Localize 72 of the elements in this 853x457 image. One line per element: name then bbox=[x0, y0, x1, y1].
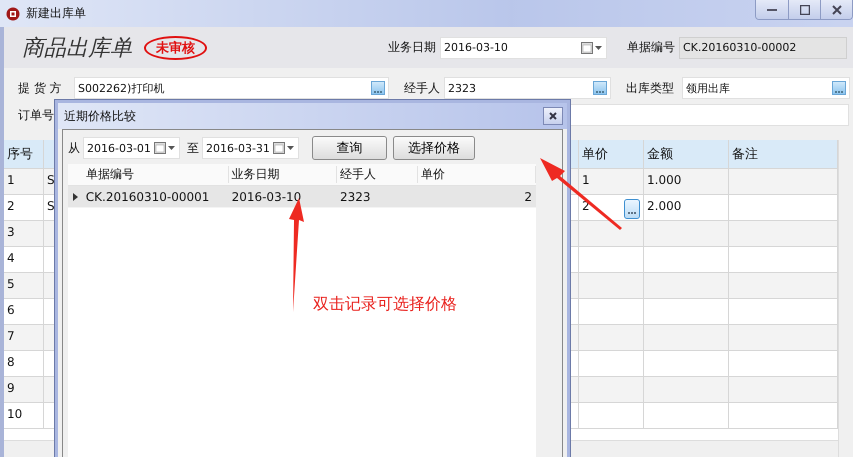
field-label: 出库类型 bbox=[626, 80, 675, 96]
calendar-dropdown-icon[interactable] bbox=[581, 42, 603, 54]
vertical-scrollbar[interactable] bbox=[838, 140, 853, 457]
close-icon bbox=[832, 4, 842, 14]
table-cell: 2 bbox=[7, 199, 15, 213]
minimize-icon bbox=[767, 8, 777, 10]
table-cell-text: 2323 bbox=[338, 190, 372, 204]
window-title: 新建出库单 bbox=[26, 5, 86, 22]
lookup-button[interactable] bbox=[371, 81, 385, 95]
input-field[interactable]: S002262)打印机 bbox=[74, 77, 389, 99]
table-cell: 5 bbox=[7, 277, 15, 291]
lookup-button[interactable] bbox=[593, 81, 607, 95]
table-cell: 9 bbox=[7, 381, 15, 395]
field-label: 经手人 bbox=[404, 80, 441, 96]
table-cell-text: CK.20160310-00001 bbox=[84, 190, 210, 204]
field-label: 从 bbox=[68, 140, 80, 156]
date-field[interactable]: 2016-03-01 bbox=[83, 137, 180, 159]
push-button[interactable]: 查询 bbox=[312, 136, 387, 160]
table-cell-text: 2 bbox=[523, 190, 534, 204]
maximize-icon bbox=[800, 4, 810, 14]
input-field[interactable]: CK.20160310-00002 bbox=[679, 36, 847, 58]
minimize-button[interactable] bbox=[756, 0, 788, 19]
field-label: 单据编号 bbox=[627, 39, 676, 56]
table-cell-text: 2016-03-10 bbox=[230, 190, 302, 204]
ellipsis-icon bbox=[596, 90, 604, 94]
form-title: 商品出库单 bbox=[22, 34, 133, 62]
close-button[interactable] bbox=[820, 0, 852, 19]
column-header[interactable]: 单据编号 bbox=[82, 166, 229, 183]
field-label: 业务日期 bbox=[388, 39, 437, 56]
ellipsis-icon bbox=[628, 211, 636, 215]
table-cell: 10 bbox=[7, 407, 22, 421]
maximize-button[interactable] bbox=[788, 0, 820, 19]
table-cell: 8 bbox=[7, 355, 15, 369]
table-cell: 2.000 bbox=[647, 199, 682, 213]
date-field[interactable]: 2016-03-10 bbox=[440, 36, 607, 58]
app-logo-icon bbox=[6, 6, 20, 20]
table-cell: S bbox=[47, 199, 55, 213]
table-cell: 6 bbox=[7, 303, 15, 317]
column-header[interactable]: 金额 bbox=[647, 145, 673, 163]
field-label: 至 bbox=[187, 140, 199, 156]
column-header[interactable]: 序号 bbox=[7, 145, 33, 163]
input-field[interactable]: 2323 bbox=[444, 77, 611, 99]
table-cell: 7 bbox=[7, 329, 15, 343]
table-row[interactable]: CK.20160310-00001 2016-03-10 2323 2 bbox=[68, 186, 536, 208]
input-field[interactable]: 领用出库 bbox=[682, 77, 850, 99]
lookup-button[interactable] bbox=[832, 81, 846, 95]
column-header[interactable]: 备注 bbox=[732, 145, 758, 163]
column-header[interactable]: 单价 bbox=[418, 166, 536, 183]
date-field[interactable]: 2016-03-31 bbox=[202, 137, 299, 159]
ellipsis-button[interactable] bbox=[624, 199, 640, 219]
dialog-title: 近期价格比较 bbox=[64, 108, 136, 124]
table-cell: 1.000 bbox=[647, 173, 682, 187]
ellipsis-icon bbox=[835, 90, 843, 94]
column-header[interactable]: 经手人 bbox=[336, 166, 418, 183]
field-label: 提 货 方 bbox=[18, 80, 63, 96]
column-header[interactable]: 业务日期 bbox=[228, 166, 337, 183]
ellipsis-icon bbox=[374, 90, 382, 94]
table-cell: S bbox=[47, 173, 55, 187]
annotation-text: 双击记录可选择价格 bbox=[313, 294, 457, 315]
table-cell: 1 bbox=[582, 173, 590, 187]
field-label: 订单号 bbox=[18, 106, 55, 124]
close-button[interactable] bbox=[543, 107, 563, 125]
push-button[interactable]: 选择价格 bbox=[393, 136, 475, 160]
table-cell: 3 bbox=[7, 225, 15, 239]
table-cell: 4 bbox=[7, 251, 15, 265]
current-row-icon bbox=[72, 192, 78, 200]
calendar-dropdown-icon[interactable] bbox=[273, 142, 295, 154]
table-cell: 1 bbox=[7, 173, 15, 187]
close-icon bbox=[549, 112, 557, 120]
calendar-dropdown-icon[interactable] bbox=[154, 142, 176, 154]
status-stamp: 未审核 bbox=[144, 36, 207, 60]
column-header[interactable]: 单价 bbox=[582, 145, 608, 163]
